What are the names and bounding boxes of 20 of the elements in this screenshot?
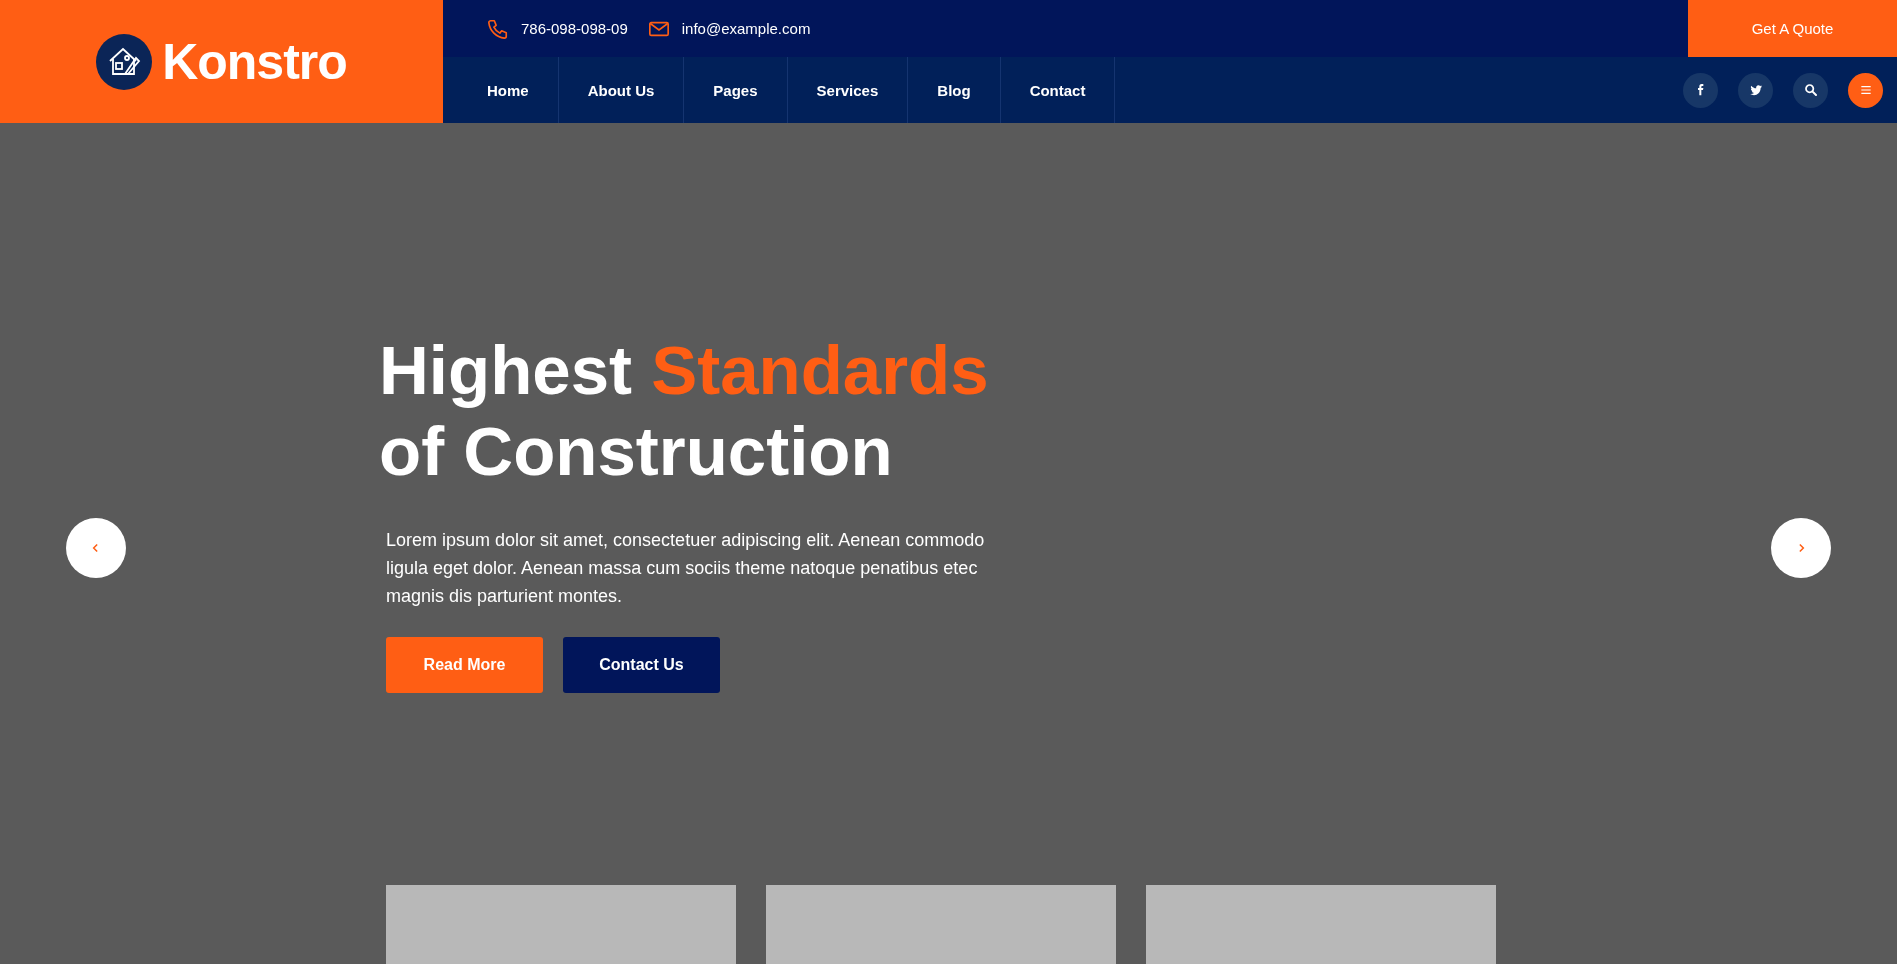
- search-icon: [1802, 82, 1819, 98]
- nav-link[interactable]: Services: [787, 57, 909, 123]
- search-button[interactable]: [1793, 72, 1828, 108]
- phone-icon: [487, 17, 509, 40]
- facebook-button[interactable]: [1683, 72, 1718, 108]
- menu-button[interactable]: [1848, 72, 1883, 108]
- nav-link[interactable]: Home: [458, 57, 559, 123]
- hero-title: Highest Standards of Construction: [379, 331, 990, 492]
- nav-link[interactable]: Blog: [908, 57, 1001, 123]
- twitter-button[interactable]: [1738, 72, 1773, 108]
- next-slide-button[interactable]: [1771, 518, 1831, 578]
- previous-slide-button[interactable]: [66, 518, 126, 578]
- house-icon: [96, 33, 153, 90]
- nav-link[interactable]: Pages: [684, 57, 788, 123]
- hero-text: Lorem ipsum dolor sit amet, consectetuer adipiscing elit. Aenean commodo ligula eget dolor. Aenean massa cum sociis theme natoque penatibus etec magnis dis parturient montes.: [386, 529, 986, 608]
- email-address: info@example.com: [681, 20, 811, 37]
- phone-number: 786-098-098-09: [521, 20, 628, 37]
- nav-link[interactable]: Contact: [1000, 57, 1116, 123]
- contact-button[interactable]: Contact Us: [563, 637, 720, 693]
- nav-link[interactable]: About Us: [558, 57, 685, 123]
